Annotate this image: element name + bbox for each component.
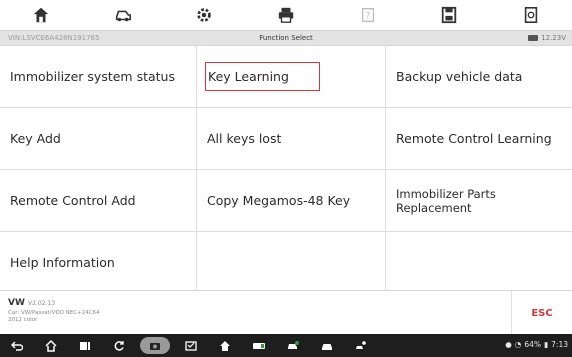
report-icon	[524, 6, 538, 24]
report-button[interactable]	[490, 0, 572, 30]
function-label: Copy Megamos-48 Key	[207, 193, 351, 208]
system-status: ● ◔ 64% ▮ 7:13	[505, 340, 568, 349]
recents-button[interactable]	[68, 334, 102, 357]
vehicle-info-footer: VW V2.02.13 Car: VW/Passat/VDO NEC+24C64…	[0, 290, 572, 335]
wifi-icon: ◔	[514, 340, 522, 349]
vehicle-make: VW V2.02.13	[8, 298, 55, 308]
software-version: V2.02.13	[28, 300, 56, 307]
settings-icon	[197, 8, 212, 22]
car-line-1: Car: VW/Passat/VDO NEC+24C64	[8, 310, 100, 316]
function-copy-megamos-key[interactable]: Copy Megamos-48 Key	[197, 170, 385, 231]
vci-badge-icon	[253, 342, 265, 349]
function-backup-vehicle-data[interactable]: Backup vehicle data	[386, 46, 572, 107]
function-label: Key Add	[10, 131, 61, 146]
screenshot-button[interactable]	[140, 337, 170, 354]
car-icon	[322, 343, 332, 350]
function-key-learning[interactable]: Key Learning	[197, 46, 385, 107]
function-label: All keys lost	[207, 131, 282, 146]
function-label: Remote Control Learning	[396, 131, 552, 146]
print-icon	[278, 7, 294, 23]
vehicle-icon	[115, 10, 131, 22]
save-icon	[442, 6, 457, 24]
empty-cell	[386, 232, 572, 292]
home-nav-button[interactable]	[34, 334, 68, 357]
camera-icon	[150, 342, 160, 350]
refresh-button[interactable]	[102, 334, 136, 357]
voltage-indicator: 12.23V	[528, 34, 566, 42]
function-immobilizer-parts-replacement[interactable]: Immobilizer Parts Replacement	[386, 170, 572, 231]
message-icon: ●	[505, 340, 512, 349]
car-line-2: 2012 color	[8, 317, 38, 323]
function-label: Key Learning	[205, 62, 320, 91]
refresh-icon	[114, 340, 124, 351]
clock-time: 7:13	[551, 340, 568, 349]
function-label: Help Information	[10, 254, 115, 270]
home-app-button[interactable]	[208, 334, 242, 357]
settings-button[interactable]	[163, 0, 245, 30]
top-toolbar: ?	[0, 0, 572, 30]
function-label: Backup vehicle data	[396, 69, 523, 84]
battery-percent: 64%	[524, 340, 542, 349]
save-button[interactable]	[409, 0, 491, 30]
function-grid: Immobilizer system status Key Learning B…	[0, 46, 572, 292]
vci-connect-button[interactable]	[242, 334, 276, 357]
house-icon	[220, 340, 230, 351]
function-key-add[interactable]: Key Add	[0, 108, 196, 169]
home-icon	[33, 7, 49, 23]
vehicle-button[interactable]	[82, 0, 164, 30]
car-button[interactable]	[310, 334, 344, 357]
function-remote-control-add[interactable]: Remote Control Add	[0, 170, 196, 231]
voltage-value: 12.23V	[541, 34, 566, 42]
back-icon	[11, 341, 23, 351]
home-button[interactable]	[0, 0, 82, 30]
help-icon: ?	[361, 8, 374, 22]
make-label: VW	[8, 298, 25, 308]
car-status-button[interactable]	[276, 334, 310, 357]
svg-text:?: ?	[365, 12, 370, 22]
page-title: Function Select	[259, 34, 313, 42]
function-remote-control-learning[interactable]: Remote Control Learning	[386, 108, 572, 169]
empty-cell	[197, 232, 385, 292]
print-button[interactable]	[245, 0, 327, 30]
immobilizer-app-button[interactable]	[344, 334, 378, 357]
function-help-information[interactable]: Help Information	[0, 232, 196, 292]
vci-icon	[185, 340, 197, 351]
function-label: Immobilizer system status	[10, 69, 175, 84]
back-button[interactable]	[0, 334, 34, 357]
car-check-icon	[288, 340, 299, 349]
function-label: Immobilizer Parts Replacement	[396, 186, 496, 215]
function-all-keys-lost[interactable]: All keys lost	[197, 108, 385, 169]
vehicle-description: Car: VW/Passat/VDO NEC+24C64 2012 color	[8, 310, 208, 324]
vci-button[interactable]	[174, 334, 208, 357]
battery-level-icon: ▮	[544, 340, 549, 349]
battery-icon	[528, 35, 539, 41]
info-bar: VIN:LSVCE6A428N191765 Function Select 12…	[0, 30, 572, 46]
help-button[interactable]: ?	[327, 0, 409, 30]
function-immobilizer-status[interactable]: Immobilizer system status	[0, 46, 196, 107]
recents-icon	[80, 341, 90, 350]
system-nav-bar: ● ◔ 64% ▮ 7:13	[0, 334, 572, 357]
function-label: Remote Control Add	[10, 193, 136, 208]
car-key-icon	[356, 340, 366, 349]
home-nav-icon	[45, 339, 57, 352]
esc-button[interactable]: ESC	[511, 291, 572, 335]
